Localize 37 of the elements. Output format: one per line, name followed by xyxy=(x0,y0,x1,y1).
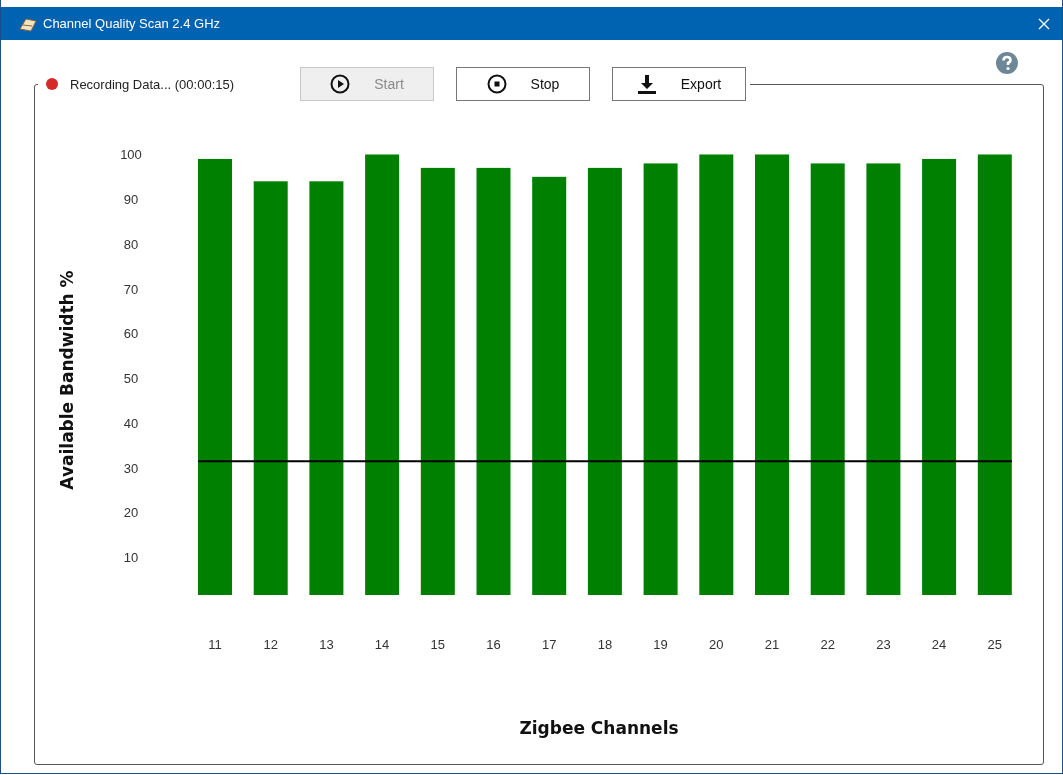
axis-tick-label: 22 xyxy=(820,637,835,652)
axis-tick-label: 80 xyxy=(123,236,139,252)
axis-tick-label: 19 xyxy=(653,637,668,652)
axis-tick-label: 90 xyxy=(123,192,139,208)
toolbar-button[interactable]: Stop xyxy=(456,67,590,101)
axis-tick-label: 16 xyxy=(486,637,501,652)
axis-tick-label: 60 xyxy=(123,326,139,342)
axis-tick-label: 12 xyxy=(263,637,278,652)
axis-tick-label: 10 xyxy=(123,550,139,565)
axis-tick-label: 13 xyxy=(319,637,334,652)
close-icon[interactable] xyxy=(1038,17,1050,30)
x-axis-title: Zigbee Channels xyxy=(519,718,679,738)
y-axis-title: Available Bandwidth % xyxy=(57,270,77,490)
app-icon xyxy=(19,15,37,32)
axis-tick-label: 100 xyxy=(120,147,142,163)
axis-tick-label: 50 xyxy=(123,371,139,387)
axis-tick-label: 11 xyxy=(208,637,222,652)
stop-icon xyxy=(486,74,507,94)
download-icon xyxy=(636,74,657,94)
play-icon xyxy=(330,74,351,94)
axis-tick-label: 17 xyxy=(541,637,557,652)
recording-status: Recording Data... (00:00:15) xyxy=(70,76,235,92)
axis-tick-label: 18 xyxy=(597,637,613,652)
axis-tick-label: 20 xyxy=(123,505,139,521)
axis-tick-label: 70 xyxy=(123,281,139,297)
toolbar-button[interactable]: Export xyxy=(612,67,746,101)
help-icon[interactable] xyxy=(996,52,1018,74)
axis-tick-label: 15 xyxy=(430,637,446,652)
axis-tick-label: 20 xyxy=(709,637,724,652)
window-title: Channel Quality Scan 2.4 GHz xyxy=(43,16,221,31)
axis-tick-label: 30 xyxy=(123,460,139,476)
axis-tick-label: 24 xyxy=(931,637,947,652)
axis-tick-label: 40 xyxy=(123,415,139,431)
axis-tick-label: 23 xyxy=(876,637,891,652)
axis-tick-label: 25 xyxy=(987,637,1003,652)
axis-tick-label: 14 xyxy=(374,637,390,652)
axis-tick-label: 21 xyxy=(764,637,780,652)
